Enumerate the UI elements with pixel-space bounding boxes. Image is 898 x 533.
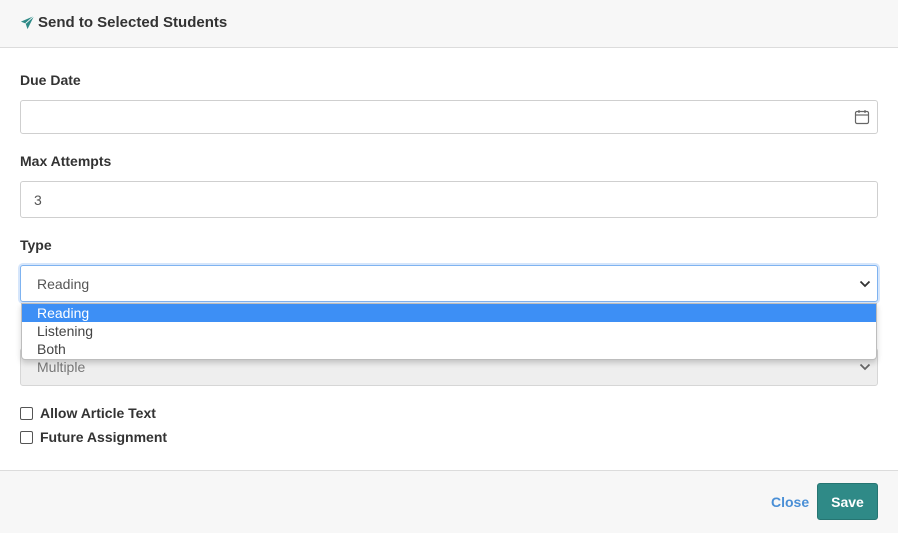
max-attempts-input[interactable] [20,181,878,218]
max-attempts-label: Max Attempts [20,153,112,169]
allow-article-text-checkbox[interactable] [20,406,33,420]
dropdown-option-reading[interactable]: Reading [22,304,876,322]
future-assignment-label[interactable]: Future Assignment [40,429,167,445]
save-button[interactable]: Save [817,483,878,520]
chevron-down-icon [859,363,871,371]
disabled-select-value: Multiple [37,359,86,375]
type-label: Type [20,237,52,253]
close-link[interactable]: Close [771,494,809,510]
dropdown-option-listening[interactable]: Listening [22,322,876,340]
type-dropdown-list: Reading Listening Both [21,303,877,360]
modal-title: Send to Selected Students [38,14,228,31]
due-date-label: Due Date [20,72,81,88]
future-assignment-checkbox[interactable] [20,430,33,444]
type-select-value: Reading [37,275,90,292]
modal-header: Send to Selected Students [0,0,898,48]
type-select[interactable]: Reading [20,265,878,302]
due-date-input[interactable] [20,100,878,134]
paper-plane-icon [20,15,35,30]
allow-article-text-label[interactable]: Allow Article Text [40,405,156,421]
chevron-down-icon [859,280,871,287]
modal-footer: Close Save [0,470,898,533]
allow-article-text-row: Allow Article Text [20,405,156,421]
calendar-icon[interactable] [854,109,870,125]
dropdown-option-both[interactable]: Both [22,340,876,358]
future-assignment-row: Future Assignment [20,429,167,445]
